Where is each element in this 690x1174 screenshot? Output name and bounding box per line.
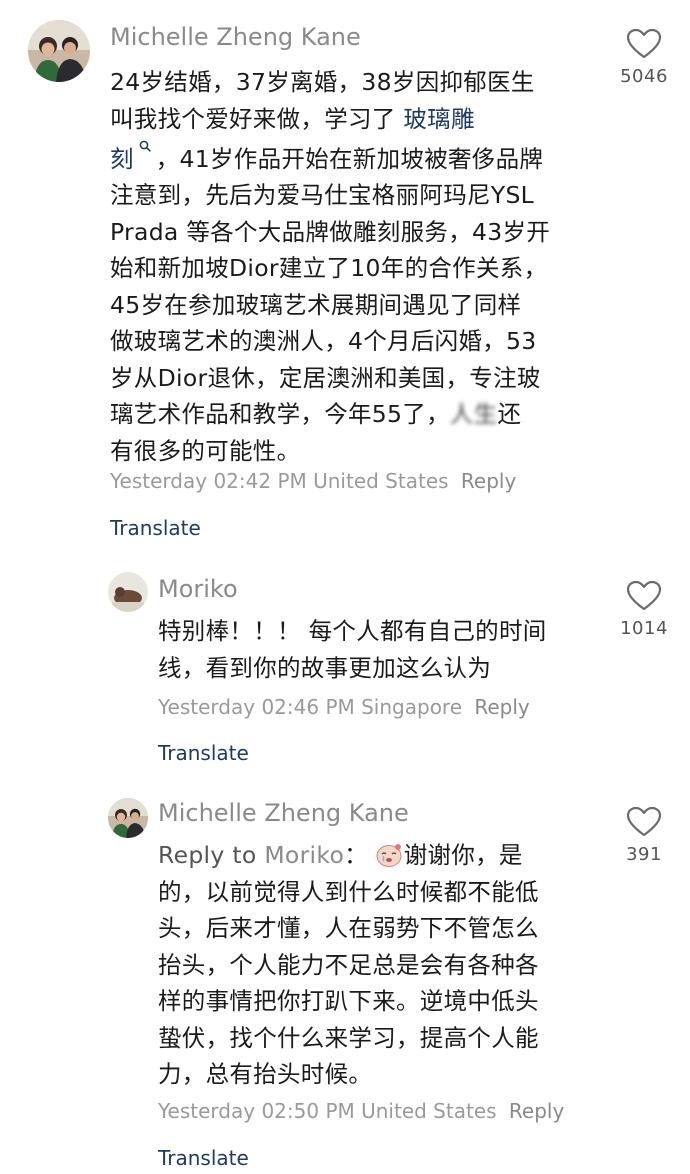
comment-1: Michelle Zheng Kane 24岁结婚，37岁离婚，38岁因抑郁医生… — [0, 0, 690, 560]
text-segment: 的，以前觉得人到什么时候都不能低 — [158, 877, 539, 906]
text-segment: ： — [344, 841, 368, 869]
avatar-photo — [108, 572, 148, 612]
comment-line: 特别棒！！！ 每个人都有自己的时间 — [158, 613, 598, 650]
like-count: 5046 — [620, 66, 668, 87]
translate-button[interactable]: Translate — [158, 1145, 249, 1171]
heart-outline-icon — [626, 580, 662, 611]
comment-line: 注意到，先后为爱马仕宝格丽阿玛尼YSL — [110, 177, 600, 214]
comment-line: 始和新加坡Dior建立了10年的合作关系， — [110, 250, 600, 287]
text-segment: 力，总有抬头时候。 — [158, 1060, 373, 1088]
reply-button[interactable]: Reply — [509, 1099, 564, 1123]
comment-line: 蛰伏，找个什么来学习，提高个人能 — [158, 1020, 598, 1057]
avatar[interactable] — [108, 798, 148, 838]
text-segment: 45岁在参加玻璃艺术展期间遇见了同样 — [110, 290, 522, 319]
text-segment: 有很多的可能性。 — [110, 436, 301, 465]
comment-meta: Yesterday 02:46 PM Singapore Reply — [158, 694, 530, 720]
translate-button[interactable]: Translate — [158, 740, 249, 766]
like-button[interactable]: 391 — [604, 806, 684, 865]
comment-line: Reply to Moriko： 谢谢你，是 — [158, 837, 598, 874]
crying-face-emoji-icon — [376, 841, 402, 867]
like-count: 1014 — [620, 618, 668, 639]
text-segment: 特别棒！！！ 每个人都有自己的时间 — [158, 617, 547, 645]
avatar-photo — [108, 798, 148, 838]
comment-line: 刻 ，41岁作品开始在新加坡被奢侈品牌 — [110, 137, 600, 177]
comment-2: Moriko 特别棒！！！ 每个人都有自己的时间 线，看到你的故事更加这么认为 … — [0, 560, 690, 790]
heart-outline-icon — [626, 806, 662, 837]
text-segment: 始和新加坡Dior建立了10年的合作关系， — [110, 254, 548, 283]
reply-button[interactable]: Reply — [474, 695, 529, 719]
translate-button[interactable]: Translate — [110, 515, 201, 541]
comment-line: 做玻璃艺术的澳洲人，4个月后闪婚，53 — [110, 323, 600, 360]
comment-line: Prada 等各个大品牌做雕刻服务，43岁开 — [110, 214, 600, 251]
comment-body: Reply to Moriko： 谢谢你，是 的，以前觉得人到什么时候都不能低 … — [158, 837, 598, 1093]
comment-meta: Yesterday 02:42 PM United States Reply — [110, 468, 516, 494]
reply-to-label: Reply to — [158, 841, 265, 869]
comment-3: Michelle Zheng Kane Reply to Moriko： 谢谢你… — [0, 790, 690, 1174]
text-segment: 线，看到你的故事更加这么认为 — [158, 653, 492, 682]
comment-meta: Yesterday 02:50 PM United States Reply — [158, 1098, 564, 1124]
text-segment: 24岁结婚，37岁离婚，38岁因抑郁医生 — [110, 68, 535, 96]
keyword-link[interactable]: 刻 — [110, 145, 134, 173]
text-segment: 注意到，先后为爱马仕宝格丽阿玛尼YSL — [110, 181, 535, 210]
text-segment: 岁从Dior退休，定居澳洲和美国，专注玻 — [110, 363, 541, 392]
comment-line: 24岁结婚，37岁离婚，38岁因抑郁医生 — [110, 64, 600, 101]
comment-body: 特别棒！！！ 每个人都有自己的时间 线，看到你的故事更加这么认为 — [158, 613, 598, 686]
text-segment: 样的事情把你打趴下来。逆境中低头 — [158, 987, 539, 1015]
timestamp: Yesterday 02:50 PM United States — [158, 1099, 497, 1123]
avatar-photo — [28, 20, 90, 82]
text-segment: 谢谢你，是 — [403, 841, 523, 869]
comment-username[interactable]: Moriko — [158, 574, 238, 604]
keyword-link[interactable]: 玻璃雕 — [403, 105, 474, 133]
comment-line: 叫我找个爱好来做，学习了 玻璃雕 — [110, 101, 600, 138]
comment-line: 样的事情把你打趴下来。逆境中低头 — [158, 983, 598, 1020]
avatar[interactable] — [28, 20, 90, 82]
like-count: 391 — [626, 844, 662, 865]
text-segment: 还 — [497, 400, 522, 429]
text-segment: 叫我找个爱好来做，学习了 — [110, 104, 404, 133]
reply-target-link[interactable]: Moriko — [264, 841, 344, 869]
text-segment: 做玻璃艺术的澳洲人，4个月后闪婚，53 — [110, 327, 537, 356]
comment-line: 有很多的可能性。 — [110, 433, 600, 470]
comment-line: 45岁在参加玻璃艺术展期间遇见了同样 — [110, 287, 600, 324]
text-segment: ，41岁作品开始在新加坡被奢侈品牌 — [155, 144, 544, 173]
comment-username[interactable]: Michelle Zheng Kane — [158, 798, 409, 828]
comment-line: 的，以前觉得人到什么时候都不能低 — [158, 874, 598, 911]
blurred-text: 人生 — [449, 400, 498, 429]
text-segment: 头，后来才懂，人在弱势下不管怎么 — [158, 914, 539, 942]
comment-line: 岁从Dior退休，定居澳洲和美国，专注玻 — [110, 360, 600, 397]
comment-line: 力，总有抬头时候。 — [158, 1056, 598, 1093]
heart-outline-icon — [626, 28, 662, 59]
like-button[interactable]: 1014 — [604, 580, 684, 639]
timestamp: Yesterday 02:46 PM Singapore — [158, 695, 463, 719]
search-icon[interactable] — [135, 140, 156, 162]
timestamp: Yesterday 02:42 PM United States — [110, 469, 449, 493]
reply-button[interactable]: Reply — [461, 469, 516, 493]
comment-username[interactable]: Michelle Zheng Kane — [110, 22, 361, 52]
text-segment: 抬头，个人能力不足总是会有各种各 — [158, 950, 539, 979]
comment-line: 线，看到你的故事更加这么认为 — [158, 650, 598, 687]
comment-line: 抬头，个人能力不足总是会有各种各 — [158, 947, 598, 984]
text-segment: 璃艺术作品和教学，今年55了， — [110, 400, 450, 429]
like-button[interactable]: 5046 — [604, 28, 684, 87]
text-segment: 蛰伏，找个什么来学习，提高个人能 — [158, 1023, 539, 1052]
comment-line: 璃艺术作品和教学，今年55了，人生还 — [110, 396, 600, 433]
avatar[interactable] — [108, 572, 148, 612]
text-segment: Prada 等各个大品牌做雕刻服务，43岁开 — [110, 217, 551, 246]
comment-body: 24岁结婚，37岁离婚，38岁因抑郁医生 叫我找个爱好来做，学习了 玻璃雕 刻 … — [110, 64, 600, 469]
comment-line: 头，后来才懂，人在弱势下不管怎么 — [158, 910, 598, 947]
